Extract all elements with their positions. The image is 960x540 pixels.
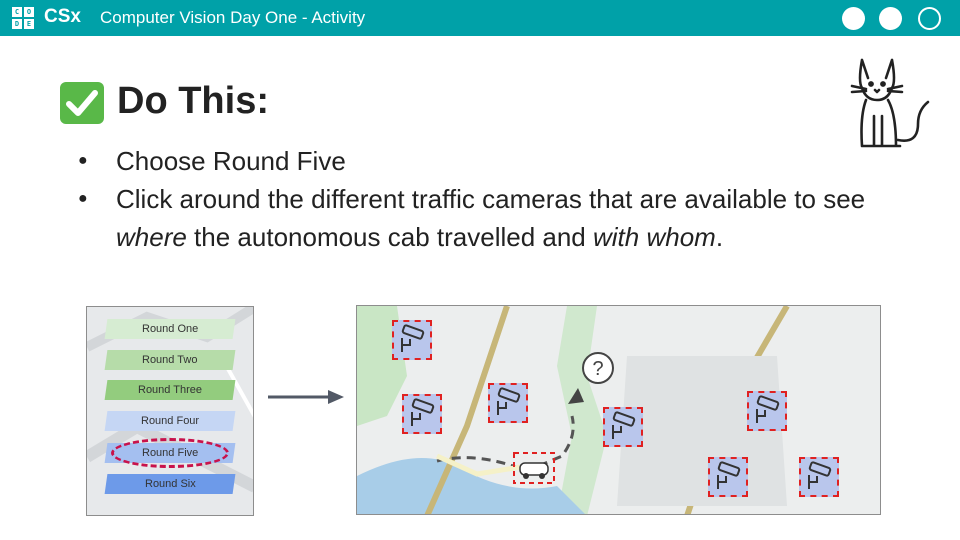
page-heading: Do This: — [117, 80, 269, 122]
traffic-camera-7[interactable] — [799, 457, 839, 497]
logo-letter: E — [24, 19, 34, 29]
selection-highlight — [111, 438, 229, 468]
nav-dot-2[interactable] — [879, 7, 902, 30]
round-label: Round Two — [142, 354, 198, 366]
logo-letter: D — [12, 19, 22, 29]
code-logo: C O D E — [12, 7, 34, 29]
round-label: Round Three — [137, 384, 202, 396]
traffic-camera-3[interactable] — [488, 383, 528, 423]
bullet-click-cameras: Click around the different traffic camer… — [78, 180, 898, 256]
round-label: Round Four — [140, 415, 200, 427]
rounds-menu-screenshot: Round One Round Two Round Three Round Fo… — [86, 306, 254, 516]
check-mark-icon — [60, 82, 104, 124]
emphasis-with-whom: with whom — [593, 222, 716, 252]
traffic-map-screenshot: ? — [356, 305, 881, 515]
brand-name: CSx — [44, 6, 81, 27]
bullet-text: Click around the different traffic camer… — [116, 184, 866, 214]
security-camera-icon — [808, 461, 832, 489]
round-one-button[interactable]: Round One — [104, 319, 236, 339]
round-three-button[interactable]: Round Three — [104, 380, 236, 400]
right-arrow-icon — [268, 390, 344, 404]
round-label: Round Six — [144, 478, 196, 490]
round-six-button[interactable]: Round Six — [104, 474, 236, 494]
nav-dot-1[interactable] — [842, 7, 865, 30]
traffic-camera-4[interactable] — [603, 407, 643, 447]
traffic-camera-2[interactable] — [402, 394, 442, 434]
traffic-camera-6[interactable] — [708, 457, 748, 497]
logo-letter: C — [12, 7, 22, 17]
security-camera-icon — [717, 461, 741, 489]
security-camera-icon — [401, 324, 425, 352]
traffic-camera-5[interactable] — [747, 391, 787, 431]
security-camera-icon — [612, 411, 636, 439]
bullet-text: Choose Round Five — [116, 146, 346, 176]
round-four-button[interactable]: Round Four — [104, 411, 236, 431]
svg-text:?: ? — [592, 358, 603, 380]
cat-icon — [850, 58, 930, 148]
bullet-text: the autonomous cab travelled and — [186, 222, 593, 252]
security-camera-icon — [411, 398, 435, 426]
bullet-text: . — [715, 222, 724, 252]
traffic-camera-1[interactable] — [392, 320, 432, 360]
logo-letter: O — [24, 7, 34, 17]
instruction-list: Choose Round Five Click around the diffe… — [78, 142, 898, 256]
round-label: Round One — [141, 323, 199, 335]
security-camera-icon — [497, 387, 521, 415]
slide-title: Computer Vision Day One - Activity — [100, 8, 366, 27]
header-bar: C O D E CSx Computer Vision Day One - Ac… — [0, 0, 960, 36]
bullet-choose-round: Choose Round Five — [78, 142, 898, 180]
security-camera-icon — [756, 395, 780, 423]
emphasis-where: where — [116, 222, 187, 252]
nav-dot-3[interactable] — [918, 7, 941, 30]
round-two-button[interactable]: Round Two — [104, 350, 236, 370]
